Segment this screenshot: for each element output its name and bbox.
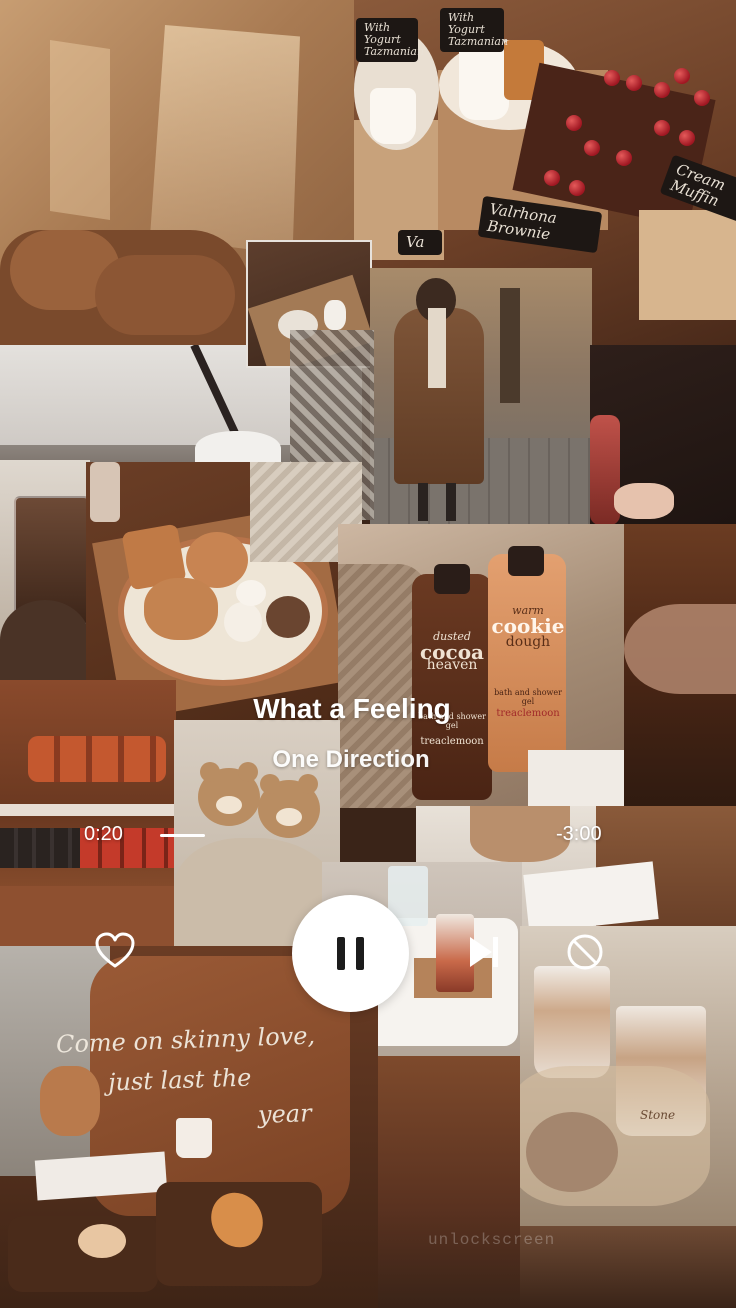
remaining-time: -3:00 [556,823,602,845]
block-button[interactable] [566,933,604,971]
elapsed-time: 0:20 [84,823,123,845]
next-button[interactable] [466,934,502,970]
pause-icon [337,937,364,970]
coffee-photo [0,460,90,680]
cafe-interior-photo [378,1056,520,1308]
lyric-line-2: just last the [107,1063,252,1097]
cup-logo: Stone [640,1108,676,1122]
dessert-hand-photo [590,345,736,525]
watermark: unlockscreen [428,1231,556,1249]
like-button[interactable] [94,932,136,972]
skip-next-icon [470,937,498,967]
block-icon [567,934,603,970]
pause-button[interactable] [292,895,409,1012]
progress-bar-fill [160,834,206,837]
street-coat-photo [370,268,592,524]
yogurt-sign-2: With Yogurt Tazmanian [440,8,508,53]
heart-icon [95,932,135,968]
va-sign: Va [398,230,442,255]
yogurt-sign: With Yogurt Tazmanian [356,18,424,63]
progress-bar[interactable] [160,834,572,837]
lyric-line-3: year [257,1099,313,1129]
song-title: What a Feeling [253,693,451,724]
cocoa-bottle-line3: heaven [426,657,478,673]
artist-name: One Direction [272,746,430,773]
cookie-bottle-line3: dough [505,634,551,650]
iced-coffee-photo [520,926,736,1226]
